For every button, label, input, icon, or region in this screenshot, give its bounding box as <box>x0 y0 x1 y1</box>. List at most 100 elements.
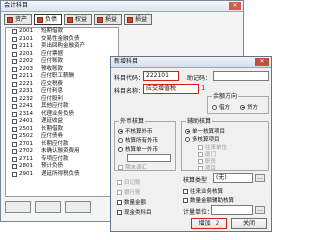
account-icon <box>12 111 17 117</box>
list-item[interactable]: 2201 应付票据 <box>6 51 118 59</box>
account-name: 未确认融资费用 <box>41 148 80 154</box>
dialog-close-icon[interactable]: ✕ <box>255 58 269 66</box>
quantity-aux-label: 数量金额辅助核算 <box>190 198 235 204</box>
checkbox-icon <box>117 189 122 195</box>
unit-browse-button[interactable]: … <box>255 206 265 214</box>
account-name: 代理业务负债 <box>41 110 75 117</box>
account-code: 2231 <box>19 88 33 94</box>
tab-assets[interactable]: 资产 <box>4 14 33 25</box>
accounts-window-button[interactable] <box>65 201 91 213</box>
helper-code-label: 助记码： <box>187 75 212 82</box>
list-item[interactable]: 2111 卖出回购金融资产 <box>6 43 118 51</box>
account-icon <box>12 66 17 72</box>
period-adjust-option[interactable]: 期末调汇 <box>118 163 147 171</box>
multi-item-option[interactable]: 多核算项目 <box>185 135 220 143</box>
account-name: 应付账款 <box>41 58 64 64</box>
no-foreign-option[interactable]: 不核算外币 <box>118 127 153 135</box>
balance-credit-label: 贷方 <box>247 105 259 111</box>
account-icon <box>12 164 17 170</box>
tab-liabilities-label: 负债 <box>45 16 58 23</box>
list-item[interactable]: 2202 应付账款 <box>6 58 118 66</box>
checkbox-icon <box>198 158 203 164</box>
account-code: 2702 <box>19 148 33 154</box>
helper-code-input[interactable] <box>213 71 269 81</box>
list-item[interactable]: 2501 长期借款 <box>6 126 118 134</box>
account-code: 2701 <box>19 140 33 147</box>
tab-equity[interactable]: 权益 <box>64 14 93 25</box>
account-icon <box>12 134 17 140</box>
list-item[interactable]: 2401 递延收益 <box>6 118 118 126</box>
balance-credit-option[interactable]: 贷方 <box>240 103 258 111</box>
checkbox-icon <box>117 179 122 185</box>
single-item-label: 单一核算项目 <box>192 129 226 135</box>
quantity-amount-check[interactable]: 数量金额 <box>117 198 146 206</box>
list-item[interactable]: 2221 应交税费 <box>6 81 118 89</box>
account-icon <box>12 36 17 42</box>
unit-input[interactable] <box>211 205 253 215</box>
list-item[interactable]: 2901 递延所得税负债 <box>6 171 118 179</box>
aux-project-check[interactable]: 项目 <box>198 164 216 172</box>
accounts-window-button[interactable] <box>35 201 61 213</box>
single-item-option[interactable]: 单一核算项目 <box>185 127 225 135</box>
currency-select[interactable] <box>127 154 171 162</box>
radio-icon <box>240 104 245 110</box>
partner-business-check[interactable]: 往来业务核算 <box>183 187 223 195</box>
list-item[interactable]: 2701 长期应付款 <box>6 141 118 149</box>
aux-project-label: 项目 <box>205 166 217 172</box>
account-icon <box>12 126 17 132</box>
account-code: 2201 <box>19 50 33 57</box>
account-code: 2502 <box>19 133 33 139</box>
list-item[interactable]: 2203 预收账款 <box>6 66 118 74</box>
account-code: 2711 <box>19 155 33 162</box>
auxiliary-title: 辅助核算 <box>186 118 213 125</box>
list-item[interactable]: 2241 其他应付款 <box>6 103 118 111</box>
close-button[interactable]: 关闭 <box>231 218 267 229</box>
list-item[interactable]: 2232 应付股利 <box>6 96 118 104</box>
account-name-input[interactable]: 应交增值税 <box>143 84 199 94</box>
list-item[interactable]: 2502 应付债券 <box>6 133 118 141</box>
cash-account-check[interactable]: 现金类科目 <box>117 208 152 216</box>
single-foreign-option[interactable]: 核算单一外币 <box>118 145 158 153</box>
tab-liabilities[interactable]: 负债 <box>34 14 63 25</box>
add-button[interactable]: 增加 2 <box>191 218 227 229</box>
account-icon <box>12 96 17 102</box>
list-item[interactable]: 2211 应付职工薪酬 <box>6 73 118 81</box>
list-item[interactable]: 2314 代理业务负债 <box>6 111 118 119</box>
type-browse-button[interactable]: … <box>255 174 265 182</box>
list-item[interactable]: 2101 交易性金融负债 <box>6 36 118 44</box>
checkbox-icon <box>183 197 188 203</box>
tab-equity-label: 权益 <box>75 16 88 23</box>
radio-icon <box>118 128 123 134</box>
list-item[interactable]: 2702 未确认融资费用 <box>6 148 118 156</box>
balance-debit-option[interactable]: 借方 <box>212 103 230 111</box>
quantity-aux-check[interactable]: 数量金额辅助核算 <box>183 196 234 204</box>
all-foreign-option[interactable]: 核算所有外币 <box>118 136 158 144</box>
accounts-window-button[interactable] <box>5 201 31 213</box>
account-icon <box>12 51 17 57</box>
list-item[interactable]: 2231 应付利息 <box>6 88 118 96</box>
foreign-currency-title: 外币核算 <box>119 118 146 125</box>
account-icon <box>12 149 17 155</box>
list-item[interactable]: 2711 专项应付款 <box>6 156 118 164</box>
account-icon <box>12 104 17 110</box>
accounting-type-label: 核算类型 <box>183 177 208 184</box>
list-item[interactable]: 2801 预计负债 <box>6 163 118 171</box>
account-icon <box>12 141 17 147</box>
journal-label: 日记账 <box>124 180 141 186</box>
tab-profit-loss-2[interactable]: 损益 <box>124 14 153 25</box>
account-name: 其他应付款 <box>41 103 69 109</box>
journal-check[interactable]: 日记账 <box>117 178 141 186</box>
account-name: 应交税费 <box>41 80 64 87</box>
new-account-dialog: 新增科目 ✕ 科目代码： 222101 助记码： 科目名称： 应交增值税 1 余… <box>110 56 272 232</box>
account-name: 长期借款 <box>41 125 64 132</box>
list-item[interactable]: 2001 短期借款 <box>6 28 118 36</box>
account-icon <box>12 171 17 177</box>
account-code-input[interactable]: 222101 <box>143 71 179 81</box>
accounting-type-select[interactable]: (无) <box>213 173 253 183</box>
account-icon <box>12 59 17 65</box>
accounts-window-close-icon[interactable]: ✕ <box>229 2 241 10</box>
radio-icon <box>118 146 123 152</box>
tab-profit-loss[interactable]: 损益 <box>94 14 123 25</box>
checkbox-icon <box>183 188 188 194</box>
bank-journal-check[interactable]: 银行账 <box>117 188 141 196</box>
